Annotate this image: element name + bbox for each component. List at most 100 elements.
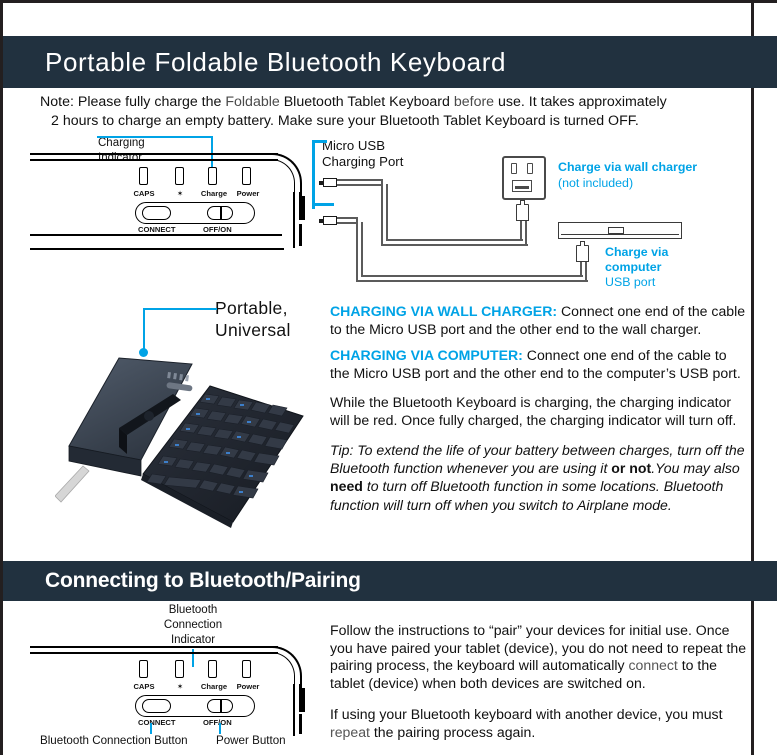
computer-label-line2: computer [605, 260, 662, 274]
led-label-power: Power [236, 189, 260, 198]
charging-instructions-copy: CHARGING VIA WALL CHARGER: Connect one e… [330, 303, 750, 523]
switch-label-connect: CONNECT [138, 225, 176, 234]
wall-charging-heading: CHARGING VIA WALL CHARGER: [330, 303, 558, 319]
bluetooth-icon: ✶ [176, 189, 184, 198]
note-line1-part-a: Note: Please fully charge the [40, 94, 226, 110]
cable-upper-seg2 [381, 179, 384, 246]
cable-upper-seg1b [337, 184, 383, 187]
led-charge [208, 167, 217, 185]
wall-charger-prong-left [511, 163, 517, 174]
kb2-switch-label-connect: CONNECT [138, 718, 176, 727]
wall-charger-prong-right [527, 163, 533, 174]
kb2-bluetooth-icon: ✶ [176, 682, 184, 691]
note-line1-part-b: Bluetooth Tablet Keyboard [279, 94, 454, 110]
section-title-pairing: Connecting to Bluetooth/Pairing [45, 569, 361, 592]
section-header-pairing: Connecting to Bluetooth/Pairing [3, 561, 777, 601]
tip-part-c: to turn off Bluetooth function in some l… [330, 478, 724, 513]
power-button-leader [219, 723, 222, 734]
bt-connection-button-label: Bluetooth Connection Button [40, 734, 188, 747]
computer-charging-heading: CHARGING VIA COMPUTER: [330, 347, 523, 364]
kb2-led-bluetooth [175, 660, 184, 678]
indicator-paragraph: While the Bluetooth Keyboard is charging… [330, 394, 737, 428]
wall-charger-body [502, 156, 546, 200]
wall-charger-label: Charge via wall charger [558, 160, 698, 174]
wall-charging-paragraph: CHARGING VIA WALL CHARGER: Connect one e… [330, 303, 750, 338]
kb2-led-label-charge: Charge [200, 682, 228, 691]
kb2-micro-usb-slot [299, 688, 305, 712]
section-header-charging: Portable Foldable Bluetooth Keyboard [3, 36, 777, 88]
pairing-paragraph-2: If using your Bluetooth keyboard with an… [330, 706, 750, 741]
keyboard-edge-right-inner [293, 192, 295, 248]
usb-plug-computer [576, 241, 589, 262]
pairing-p2-part-a: If using your Bluetooth keyboard with an… [330, 706, 723, 723]
keyboard-bottom-schematic: Bluetooth Connection Indicator CAPS ✶ Ch… [30, 604, 320, 752]
cable-lower-seg1b [337, 222, 358, 225]
tip-bold-need: need [330, 478, 363, 495]
connect-button-knob[interactable] [142, 206, 171, 220]
note-line2: 2 hours to charge an empty battery. Make… [51, 113, 639, 129]
cable-upper-seg1 [337, 179, 383, 182]
micro-usb-bracket [312, 140, 327, 209]
micro-usb-label-line2: Charging Port [322, 154, 404, 169]
led-bluetooth [175, 167, 184, 185]
led-label-charge: Charge [200, 189, 228, 198]
cable-lower-seg2b [361, 222, 364, 277]
cable-upper-seg3 [381, 244, 528, 247]
keyboard-photo-svg [54, 357, 304, 528]
kb2-switch-label-offon: OFF/ON [203, 718, 232, 727]
photo-callout-leader-horizontal [143, 308, 217, 311]
section-title-charging: Portable Foldable Bluetooth Keyboard [45, 46, 507, 77]
power-switch-divider [220, 207, 222, 219]
page-right-rule [751, 0, 754, 755]
keyboard-top-schematic: Charging Indicator CAPS ✶ Charge Power C… [30, 136, 315, 258]
computer-sublabel: USB port [605, 275, 656, 289]
keyboard-edge-bottom-outer [30, 234, 282, 237]
charging-indicator-callout-line1: Charging [98, 137, 145, 149]
led-power [242, 167, 251, 185]
kb2-edge-top-inner [30, 652, 278, 654]
kb2-led-label-caps: CAPS [133, 682, 155, 691]
micro-usb-plug-lower [323, 216, 337, 225]
keyboard-edge-top-inner [30, 159, 278, 161]
note-line1-part-c: use. It takes approximately [494, 94, 667, 110]
kb2-edge-right-lower [299, 714, 302, 734]
bluetooth-connection-button[interactable] [142, 699, 171, 713]
kb2-edge-top-outer [30, 646, 278, 649]
bt-indicator-callout-line2: Connection [163, 619, 223, 631]
pairing-paragraph-1: Follow the instructions to “pair” your d… [330, 622, 750, 692]
note-line1-light-before: before [453, 94, 495, 110]
cable-upper-seg3b [386, 239, 523, 242]
kb2-led-charge [208, 660, 217, 678]
computer-usb-bar [558, 222, 682, 239]
computer-charging-paragraph: CHARGING VIA COMPUTER: Connect one end o… [330, 347, 750, 382]
micro-usb-bracket-pointer [312, 203, 334, 206]
kb2-led-label-power: Power [236, 682, 260, 691]
keyboard-edge-top-outer [30, 153, 278, 156]
kb2-power-switch-divider [220, 700, 222, 712]
wall-charger-usb-port [512, 180, 532, 192]
pairing-p2-light-repeat: repeat [330, 723, 370, 740]
switch-label-offon: OFF/ON [203, 225, 232, 234]
pairing-p2-part-b: the pairing process again. [369, 723, 536, 740]
led-label-caps: CAPS [133, 189, 155, 198]
keyboard-edge-bottom-inner [30, 248, 284, 251]
bt-indicator-callout-line1: Bluetooth [168, 604, 218, 616]
keyboard-product-photo [54, 328, 305, 533]
cable-upper-seg2b [386, 184, 389, 241]
micro-usb-label-line1: Micro USB [322, 138, 386, 153]
micro-usb-plug-upper [323, 178, 337, 187]
pairing-p1-light-connect: connect [628, 657, 678, 674]
photo-callout-line1: Portable, [215, 298, 288, 318]
pairing-instructions-copy: Follow the instructions to “pair” your d… [330, 622, 750, 753]
tip-part-b: .You may also [651, 459, 740, 476]
kb2-edge-right-inner [293, 684, 295, 736]
note-line1-light-foldable: Foldable [225, 94, 280, 110]
cable-lower-seg3b [361, 275, 583, 278]
kb2-led-caps [139, 660, 148, 678]
cable-lower-seg2 [356, 217, 359, 282]
power-button-label: Power Button [216, 734, 286, 747]
tip-paragraph: Tip: To extend the life of your battery … [330, 441, 750, 515]
kb2-led-power [242, 660, 251, 678]
led-caps [139, 167, 148, 185]
bt-connection-button-leader [150, 723, 153, 734]
